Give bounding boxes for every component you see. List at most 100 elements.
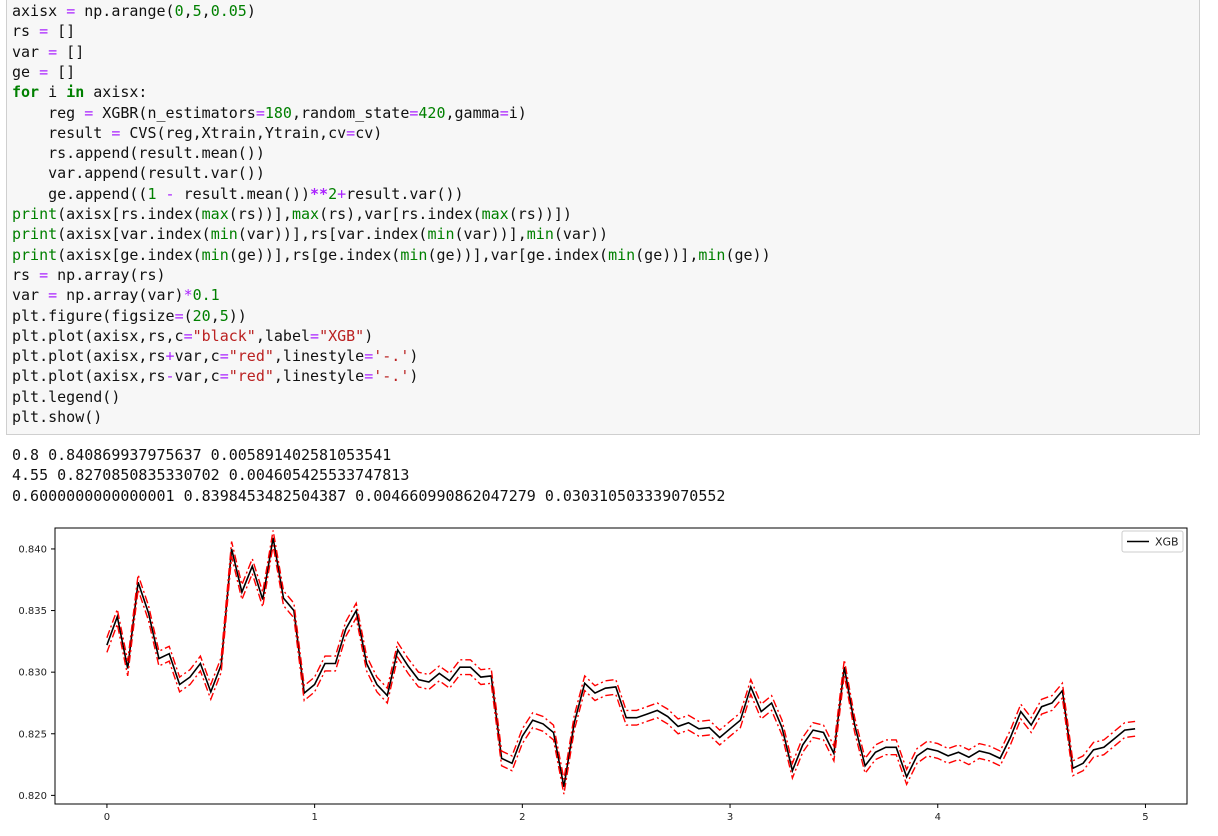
code-token: min — [698, 245, 726, 264]
code-line[interactable]: plt.plot(axisx,rs-var,c="red",linestyle=… — [12, 366, 418, 386]
code-token: = — [48, 42, 58, 61]
code-line[interactable]: print(axisx[var.index(min(var))],rs[var.… — [12, 224, 608, 244]
code-token: (var)) — [553, 225, 609, 244]
code-token: (ge))],rs[ge.index( — [228, 245, 401, 264]
code-line[interactable]: plt.plot(axisx,rs+var,c="red",linestyle=… — [12, 346, 418, 366]
code-token: min — [526, 225, 554, 244]
code-token: , — [201, 2, 211, 20]
code-token: , — [183, 2, 193, 20]
code-token: ( — [183, 306, 193, 325]
code-token: '-.' — [373, 347, 410, 366]
code-token: (axisx[var.index( — [57, 225, 211, 244]
code-token: = — [364, 347, 374, 366]
y-tick-label: 0.830 — [18, 668, 47, 679]
code-line[interactable]: reg = XGBR(n_estimators=180,random_state… — [12, 103, 527, 123]
code-token: + — [165, 347, 175, 366]
code-token: np.array(var) — [57, 286, 184, 305]
code-token: ,linestyle — [273, 367, 365, 386]
code-token: for — [12, 83, 40, 102]
code-token: np.arange( — [75, 2, 175, 20]
code-token: 0.05 — [210, 2, 247, 20]
code-line[interactable]: axisx = np.arange(0,5,0.05) — [12, 1, 256, 21]
code-token: rs.append(result.mean()) — [12, 144, 265, 163]
code-token: (ge))],var[ge.index( — [427, 245, 609, 264]
code-token: ** — [310, 184, 329, 203]
code-line[interactable]: plt.plot(axisx,rs,c="black",label="XGB") — [12, 326, 373, 346]
code-line[interactable]: result = CVS(reg,Xtrain,Ytrain,cv=cv) — [12, 123, 382, 143]
code-line[interactable]: var = np.array(var)*0.1 — [12, 285, 220, 305]
code-token: ) — [246, 2, 256, 20]
code-token: plt.plot(axisx,rs — [12, 347, 166, 366]
code-line[interactable]: rs = np.array(rs) — [12, 265, 166, 285]
code-token: + — [337, 184, 347, 203]
code-token: = — [364, 367, 374, 386]
code-token: = — [66, 2, 76, 20]
code-line[interactable]: rs = [] — [12, 21, 75, 41]
code-line[interactable]: var = [] — [12, 42, 84, 62]
code-token: result.mean()) — [174, 184, 311, 203]
x-axis: 0 1 2 3 4 5 — [104, 804, 1149, 823]
code-line[interactable]: plt.figure(figsize=(20,5)) — [12, 306, 247, 326]
code-token: max — [201, 205, 229, 223]
code-token: reg — [12, 103, 85, 122]
code-token: axisx — [12, 2, 67, 20]
code-token: = — [499, 103, 509, 122]
code-cell-input[interactable]: axisx = np.arange(0,5,0.05) rs = [] var = … — [6, 0, 1200, 435]
code-token: = — [183, 326, 193, 345]
x-tick-label: 4 — [935, 812, 941, 823]
code-token: = — [84, 103, 94, 122]
code-token: var,c — [174, 347, 220, 366]
y-tick-label: 0.820 — [18, 791, 47, 802]
code-token: ,linestyle — [273, 347, 365, 366]
code-token: np.array(rs) — [48, 265, 166, 284]
code-token: plt.plot(axisx,rs — [12, 367, 166, 386]
x-tick-label: 5 — [1142, 812, 1148, 823]
code-token: print — [12, 205, 58, 223]
code-token: axisx: — [84, 83, 148, 102]
code-token: [] — [57, 42, 85, 61]
code-token: 420 — [418, 103, 446, 122]
code-token: - — [165, 184, 175, 203]
code-token: ) — [409, 347, 419, 366]
plot-axes-frame — [54, 527, 1188, 805]
code-line[interactable]: print(axisx[ge.index(min(ge))],rs[ge.ind… — [12, 245, 771, 265]
code-token: (rs),var[rs.index( — [319, 205, 482, 223]
code-token: min — [400, 245, 428, 264]
code-token: 20 — [192, 306, 211, 325]
code-token: '-.' — [373, 367, 410, 386]
plot-figure: 0.820 0.825 0.830 0.835 0.840 0 1 2 3 4 5 XGB — [18, 527, 1188, 823]
code-token: max — [291, 205, 320, 223]
code-token: cv) — [355, 123, 383, 142]
code-token: min — [210, 225, 238, 244]
code-token: plt.figure(figsize — [12, 306, 175, 325]
legend: XGB — [1121, 530, 1184, 553]
code-token: var — [12, 286, 49, 305]
code-token: "black" — [192, 326, 256, 345]
code-token: ge.append(( — [12, 184, 148, 203]
code-token: in — [66, 83, 85, 102]
code-token: = — [219, 347, 229, 366]
code-token: (ge))], — [635, 245, 699, 264]
code-token: var,c — [174, 367, 220, 386]
code-line[interactable]: var.append(result.var()) — [12, 163, 265, 183]
code-token: 1 — [147, 184, 157, 203]
code-token: [] — [48, 22, 76, 41]
code-token: min — [427, 225, 455, 244]
code-line[interactable]: ge.append((1 - result.mean())**2+result.… — [12, 184, 463, 204]
x-tick-label: 2 — [519, 812, 525, 823]
code-token: ,label — [255, 326, 311, 345]
code-line[interactable]: rs.append(result.mean()) — [12, 143, 265, 163]
code-line[interactable]: plt.legend() — [12, 387, 120, 407]
code-token: ,gamma — [445, 103, 500, 122]
code-token: 5 — [192, 2, 202, 20]
code-token: var.append(result.var()) — [12, 164, 265, 183]
code-line[interactable]: plt.show() — [12, 407, 102, 427]
code-line[interactable]: for i in axisx: — [12, 82, 147, 102]
code-line[interactable]: print(axisx[rs.index(max(rs))],max(rs),v… — [12, 204, 572, 224]
code-token: ) — [409, 367, 419, 386]
code-line[interactable]: ge = [] — [12, 62, 75, 82]
code-token: (rs))]) — [508, 205, 572, 223]
code-token: 180 — [264, 103, 292, 122]
code-token: = — [346, 123, 356, 142]
